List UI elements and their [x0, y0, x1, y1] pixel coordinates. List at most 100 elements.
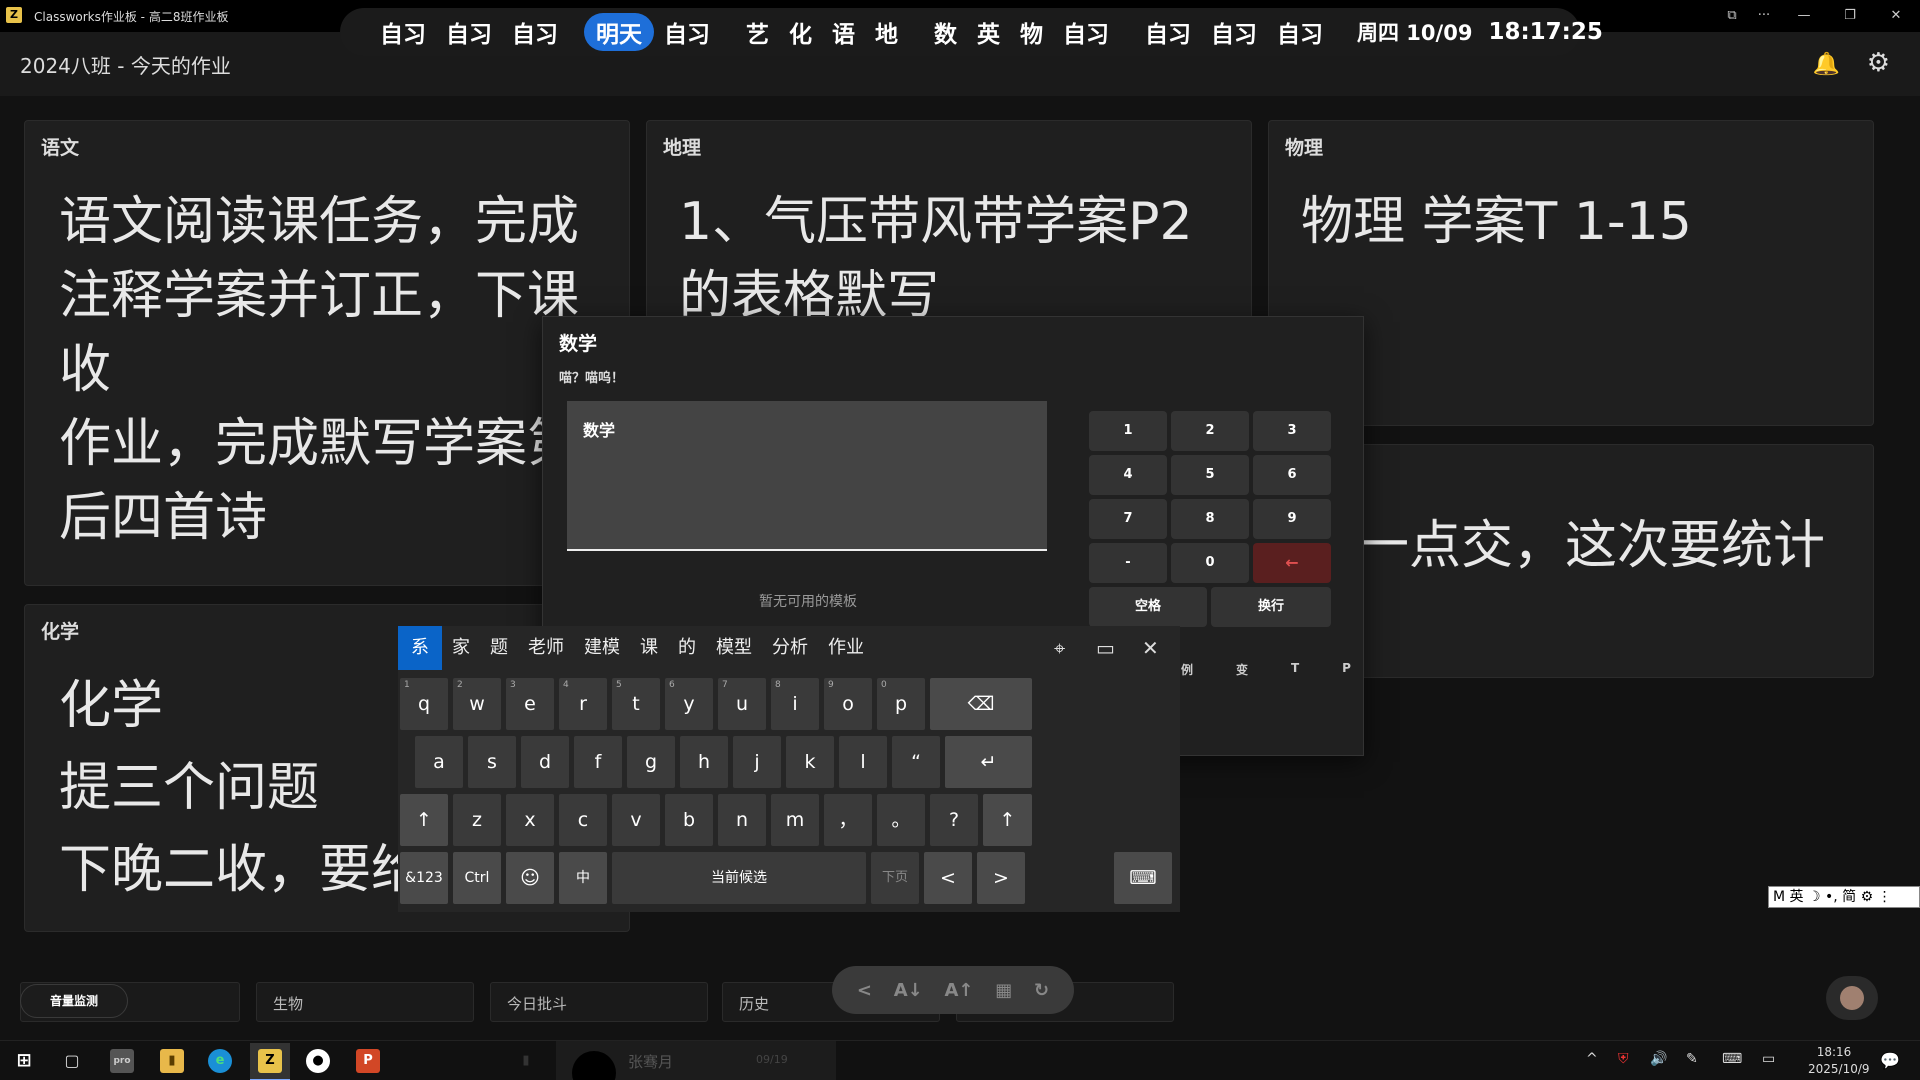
powerpoint-icon[interactable]: P: [356, 1049, 380, 1073]
key-h[interactable]: h: [680, 736, 728, 788]
qq-icon[interactable]: ●: [306, 1049, 330, 1073]
restore-button[interactable]: ❐: [1830, 4, 1870, 28]
backspace-key[interactable]: ⌫: [930, 678, 1032, 730]
space-key[interactable]: 当前候选: [612, 852, 866, 904]
refresh-icon[interactable]: ↻: [1034, 980, 1049, 1001]
language-toggle-key[interactable]: 中: [559, 852, 607, 904]
dock-keyboard-icon[interactable]: ▭: [1096, 636, 1115, 660]
gear-icon[interactable]: ⚙: [1867, 48, 1890, 78]
ime-status-bar[interactable]: M 英 ☽ •, 简 ⚙ ⋮: [1768, 886, 1920, 908]
numpad-key-3[interactable]: 3: [1253, 411, 1331, 451]
candidate-item[interactable]: 的: [668, 626, 706, 670]
homework-card-geography[interactable]: 地理 1、气压带风带学案P2 的表格默写: [646, 120, 1252, 320]
candidate-item[interactable]: 老师: [518, 626, 574, 670]
candidate-item[interactable]: 建模: [574, 626, 630, 670]
template-shortcut[interactable]: T: [1291, 661, 1299, 678]
avatar-button[interactable]: [1826, 976, 1878, 1020]
key-t[interactable]: 5t: [612, 678, 660, 730]
task-view-icon[interactable]: ▢: [60, 1049, 84, 1073]
numpad-newline-button[interactable]: 换行: [1211, 587, 1331, 627]
key-d[interactable]: d: [521, 736, 569, 788]
key-l[interactable]: l: [839, 736, 887, 788]
keyboard-layout-icon[interactable]: ⌨: [1114, 852, 1172, 904]
ctrl-key[interactable]: Ctrl: [453, 852, 501, 904]
numpad-backspace-button[interactable]: ←: [1253, 543, 1331, 583]
key-g[interactable]: g: [627, 736, 675, 788]
candidate-item[interactable]: 分析: [762, 626, 818, 670]
key-n[interactable]: n: [718, 794, 766, 846]
taskbar-clock[interactable]: 18:16 2025/10/9: [1808, 1044, 1870, 1078]
close-button[interactable]: ✕: [1876, 4, 1916, 28]
font-decrease-icon[interactable]: A↓: [894, 980, 923, 1001]
key-z[interactable]: z: [453, 794, 501, 846]
calendar-icon[interactable]: ▦: [995, 980, 1012, 1001]
numpad-key-4[interactable]: 4: [1089, 455, 1167, 495]
enter-key[interactable]: ↵: [945, 736, 1032, 788]
bottom-input-daily[interactable]: 今日批斗: [490, 982, 708, 1022]
prev-icon[interactable]: <: [857, 980, 872, 1001]
template-shortcut[interactable]: P: [1342, 661, 1351, 678]
numpad-key-0[interactable]: 0: [1171, 543, 1249, 583]
homework-card-chinese[interactable]: 语文 语文阅读课任务，完成 注释学案并订正，下课 收 作业，完成默写学案第 后四…: [24, 120, 630, 586]
key-u[interactable]: 7u: [718, 678, 766, 730]
windows-start-icon[interactable]: ⊞: [12, 1049, 36, 1073]
key-i[interactable]: 8i: [771, 678, 819, 730]
candidate-item[interactable]: 题: [480, 626, 518, 670]
template-shortcut[interactable]: 变: [1236, 661, 1248, 678]
template-shortcut[interactable]: 例: [1181, 661, 1193, 678]
minimize-button[interactable]: —: [1784, 4, 1824, 28]
key-v[interactable]: v: [612, 794, 660, 846]
numpad-key-9[interactable]: 9: [1253, 499, 1331, 539]
security-icon[interactable]: ⛨: [1618, 1051, 1629, 1067]
numpad-key-7[interactable]: 7: [1089, 499, 1167, 539]
folder-icon[interactable]: ▮: [514, 1049, 538, 1073]
key-f[interactable]: f: [574, 736, 622, 788]
key-quote[interactable]: “: [892, 736, 940, 788]
close-keyboard-icon[interactable]: ✕: [1142, 636, 1159, 660]
key-e[interactable]: 3e: [506, 678, 554, 730]
symbols-key[interactable]: &123: [400, 852, 448, 904]
numpad-key-6[interactable]: 6: [1253, 455, 1331, 495]
numpad-key-minus[interactable]: -: [1089, 543, 1167, 583]
key-period[interactable]: 。: [877, 794, 925, 846]
key-k[interactable]: k: [786, 736, 834, 788]
key-m[interactable]: m: [771, 794, 819, 846]
key-w[interactable]: 2w: [453, 678, 501, 730]
numpad-key-1[interactable]: 1: [1089, 411, 1167, 451]
key-q[interactable]: 1q: [400, 678, 448, 730]
shift-key-right[interactable]: ↑: [983, 794, 1032, 846]
app-icon-utility[interactable]: pro: [110, 1049, 134, 1073]
task-preview[interactable]: 张骞月 09/19: [556, 1041, 836, 1080]
bell-icon[interactable]: 🔔: [1813, 52, 1840, 77]
volume-icon[interactable]: 🔊: [1650, 1051, 1667, 1067]
key-comma[interactable]: ，: [824, 794, 872, 846]
key-p[interactable]: 0p: [877, 678, 925, 730]
arrow-right-key[interactable]: >: [977, 852, 1025, 904]
move-keyboard-icon[interactable]: ⌖: [1054, 636, 1065, 660]
shift-key-left[interactable]: ↑: [400, 794, 448, 846]
display-icon[interactable]: ▭: [1762, 1051, 1775, 1067]
tray-overflow-icon[interactable]: ^: [1586, 1051, 1598, 1067]
bottom-input-biology[interactable]: 生物: [256, 982, 474, 1022]
arrow-left-key[interactable]: <: [924, 852, 972, 904]
numpad-key-5[interactable]: 5: [1171, 455, 1249, 495]
next-page-key[interactable]: 下页: [871, 852, 919, 904]
emoji-icon[interactable]: ☺: [506, 852, 554, 904]
homework-textarea[interactable]: [567, 401, 1047, 551]
key-b[interactable]: b: [665, 794, 713, 846]
numpad-space-button[interactable]: 空格: [1089, 587, 1207, 627]
numpad-key-2[interactable]: 2: [1171, 411, 1249, 451]
candidate-item[interactable]: 作业: [818, 626, 874, 670]
key-a[interactable]: a: [415, 736, 463, 788]
key-r[interactable]: 4r: [559, 678, 607, 730]
pen-icon[interactable]: ✎: [1686, 1051, 1698, 1067]
candidate-item[interactable]: 模型: [706, 626, 762, 670]
touch-keyboard-icon[interactable]: ⌨: [1722, 1051, 1742, 1067]
edge-browser-icon[interactable]: e: [208, 1049, 232, 1073]
volume-monitor-button[interactable]: 音量监测: [20, 984, 128, 1018]
key-j[interactable]: j: [733, 736, 781, 788]
notification-icon[interactable]: 💬: [1880, 1051, 1900, 1070]
candidate-item[interactable]: 课: [630, 626, 668, 670]
classworks-app-icon[interactable]: Z: [258, 1049, 282, 1073]
key-c[interactable]: c: [559, 794, 607, 846]
